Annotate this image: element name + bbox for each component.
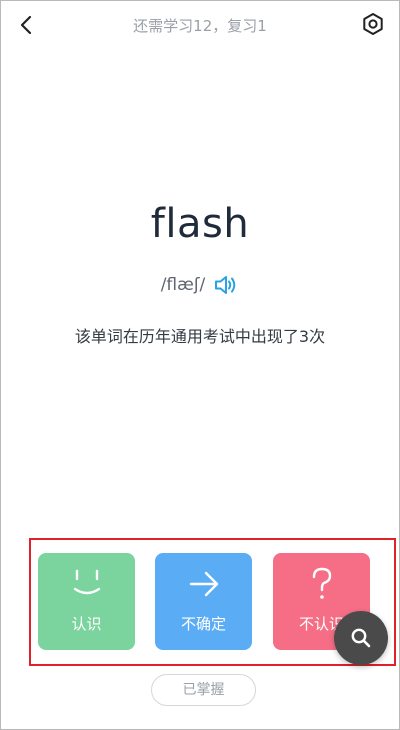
pronounce-button[interactable] [213,272,239,298]
mastered-button[interactable]: 已掌握 [151,674,256,706]
screen-frame: 还需学习12，复习1 flash /flæʃ/ 该单词在历年通用考试中出现了3次 [0,0,400,730]
settings-icon [363,13,383,35]
phonetic-row: /flæʃ/ [1,271,399,299]
search-icon [351,628,371,648]
word-text: flash [150,201,250,247]
page-title: 还需学习12，复习1 [133,17,267,35]
know-label: 认识 [71,615,102,633]
question-mark-icon [312,567,331,599]
speaker-icon [215,276,236,294]
know-button[interactable]: 认识 [38,553,135,650]
settings-button[interactable] [361,12,385,36]
unsure-label: 不确定 [180,615,226,633]
phonetic-text: /flæʃ/ [160,275,206,295]
unsure-button[interactable]: 不确定 [155,553,252,650]
frequency-text: 该单词在历年通用考试中出现了3次 [74,327,326,346]
search-button[interactable] [334,611,388,665]
smile-face-icon [73,569,100,595]
arrow-right-icon [189,571,218,597]
